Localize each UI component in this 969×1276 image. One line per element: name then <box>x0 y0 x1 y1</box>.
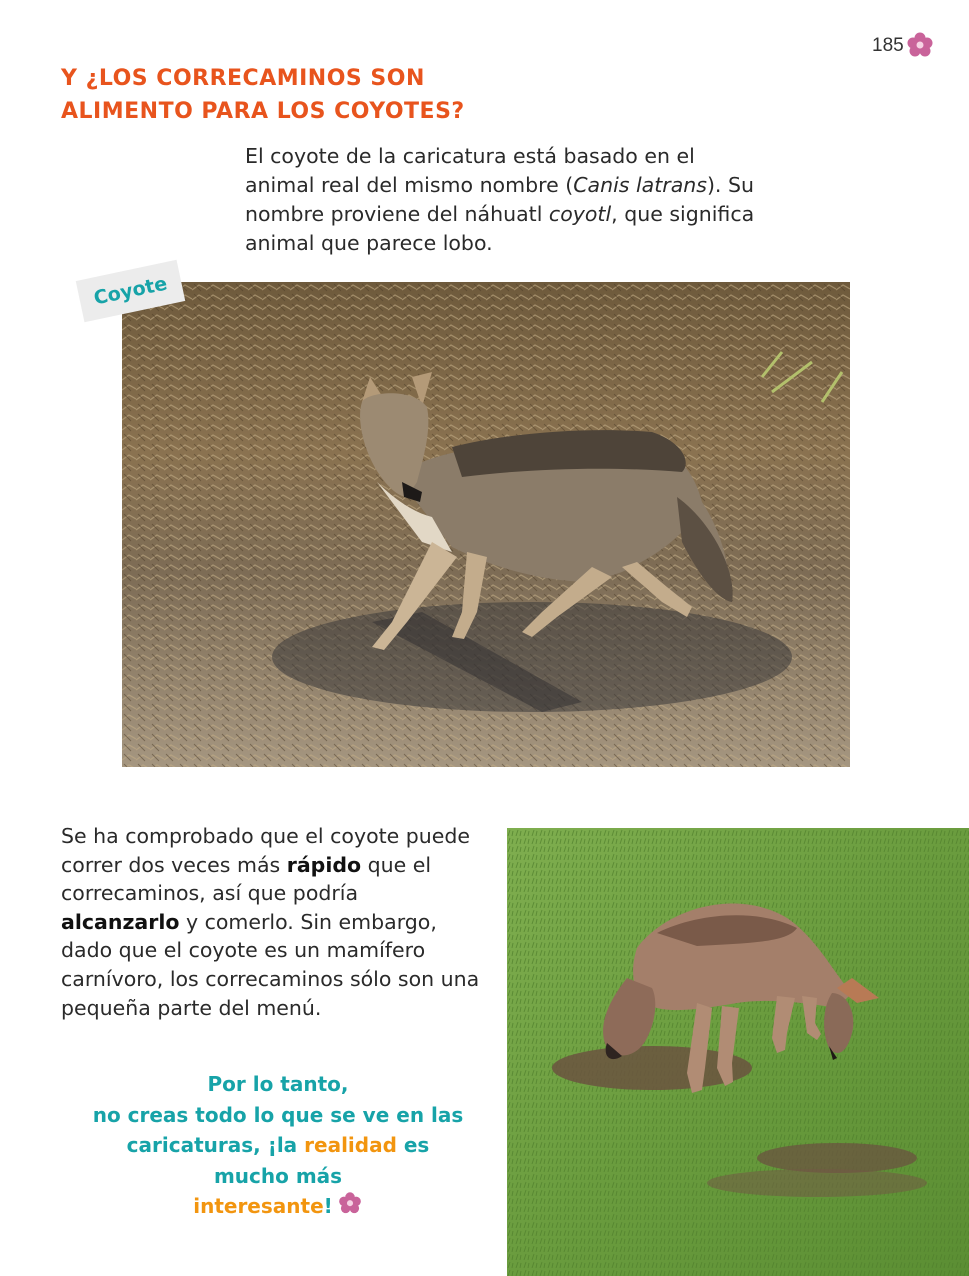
conclusion-line-5: interesante! <box>78 1191 478 1222</box>
conclusion-line-4: mucho más <box>213 1163 343 1188</box>
flower-icon <box>338 1192 361 1214</box>
conclusion-line-3-start: caricaturas, ¡la <box>126 1133 305 1157</box>
nahuatl-word: coyotl <box>548 202 612 226</box>
intro-paragraph: El coyote de la caricatura está basado e… <box>245 142 765 258</box>
body-paragraph: Se ha comprobado que el coyote puede cor… <box>61 822 481 1022</box>
conclusion-line-1: Por lo tanto, <box>207 1072 349 1096</box>
title-line-1: Y ¿LOS CORRECAMINOS SON <box>61 66 425 91</box>
highlight-reality: realidad <box>304 1133 397 1157</box>
page-title: Y ¿LOS CORRECAMINOS SON ALIMENTO PARA LO… <box>61 62 465 128</box>
conclusion-callout: Por lo tanto, no creas todo lo que se ve… <box>78 1069 478 1222</box>
coyote-photo-pouncing <box>507 828 969 1276</box>
conclusion-exclamation: ! <box>323 1194 333 1218</box>
scientific-name: Canis latrans <box>573 173 707 197</box>
flower-icon <box>907 32 933 57</box>
conclusion-line-3-end: es <box>396 1133 430 1157</box>
title-line-2: ALIMENTO PARA LOS COYOTES? <box>61 99 465 124</box>
highlight-interesting: interesante <box>193 1194 324 1218</box>
page-number: 185 <box>872 35 904 56</box>
conclusion-line-3: caricaturas, ¡la realidad es <box>78 1130 478 1161</box>
conclusion-line-2: no creas todo lo que se ve en las <box>92 1102 464 1127</box>
bold-word-catch: alcanzarlo <box>61 909 180 934</box>
coyote-photo-walking <box>122 282 850 767</box>
bold-word-fast: rápido <box>286 852 362 877</box>
